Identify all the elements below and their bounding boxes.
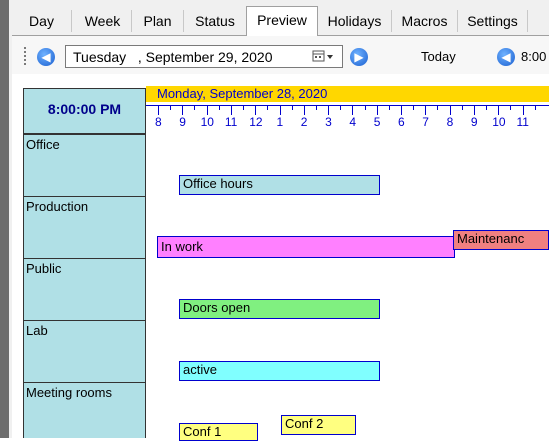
resource-label: Public xyxy=(26,261,62,276)
ruler-tick xyxy=(522,105,524,115)
ruler-tick xyxy=(158,105,159,115)
ruler-tick xyxy=(279,105,281,115)
hour-label: 8 xyxy=(446,115,454,129)
appointment-maintenance[interactable]: Maintenanc xyxy=(453,230,549,250)
appointment-label: Doors open xyxy=(183,300,251,315)
hour-label: 11 xyxy=(224,115,238,129)
current-time: 8:00:00 PM xyxy=(47,101,122,117)
appointment-conf-2[interactable]: Conf 2 xyxy=(281,415,356,435)
ruler-tick xyxy=(413,105,415,110)
next-day-icon[interactable]: ▶ xyxy=(350,48,368,66)
ruler-tick xyxy=(303,105,305,115)
ruler-tick xyxy=(206,105,208,115)
resource-lab[interactable]: Lab xyxy=(23,320,146,382)
hour-label: 11 xyxy=(516,115,529,129)
hour-label: 7 xyxy=(422,115,429,129)
tab-day[interactable]: Day xyxy=(12,10,72,32)
ruler-tick xyxy=(291,105,293,110)
hour-label: 3 xyxy=(325,115,332,129)
hour-label: 10 xyxy=(492,115,506,129)
ruler-tick xyxy=(376,105,378,115)
resource-label: Production xyxy=(26,199,89,214)
hour-label: 2 xyxy=(300,115,308,129)
hour-label: 9 xyxy=(470,115,478,129)
appointment-label: Maintenanc xyxy=(457,231,525,246)
tab-macros[interactable]: Macros xyxy=(392,10,458,32)
ruler-tick xyxy=(243,105,245,110)
appointment-label: Office hours xyxy=(183,176,253,191)
ruler-tick xyxy=(473,105,475,115)
ruler-tick xyxy=(498,105,500,115)
resource-production[interactable]: Production xyxy=(23,196,146,258)
ruler-tick xyxy=(486,105,488,110)
back-arrow-icon[interactable]: ◀ xyxy=(497,48,515,66)
tab-status[interactable]: Status xyxy=(184,10,247,32)
ruler-tick xyxy=(388,105,390,110)
hour-label: 1 xyxy=(276,115,284,129)
previous-day-icon[interactable]: ◀ xyxy=(37,48,55,66)
tab-settings[interactable]: Settings xyxy=(458,10,528,32)
tab-week[interactable]: Week xyxy=(74,10,132,32)
appointment-label: Conf 2 xyxy=(285,416,324,431)
hour-label: 12 xyxy=(249,115,263,129)
ruler-tick xyxy=(534,105,536,110)
ruler-tick xyxy=(461,105,463,110)
resource-office[interactable]: Office xyxy=(23,134,146,196)
hour-label: 5 xyxy=(373,115,381,129)
toolbar-grip[interactable] xyxy=(24,47,26,67)
resource-public[interactable]: Public xyxy=(23,258,146,320)
ruler-tick xyxy=(267,105,269,110)
hour-label: 9 xyxy=(179,115,186,129)
ruler-tick xyxy=(340,105,342,110)
date-input-value: Tuesday , September 29, 2020 xyxy=(73,49,273,65)
appointment-label: active xyxy=(183,362,217,377)
tab-preview[interactable]: Preview xyxy=(246,6,318,36)
hour-label: 4 xyxy=(349,115,357,129)
date-header: Monday, September 28, 2020 xyxy=(157,86,328,101)
ruler-tick xyxy=(255,105,257,115)
ruler-tick xyxy=(194,105,196,110)
ruler-tick xyxy=(352,105,354,115)
ruler-tick xyxy=(449,105,451,115)
window-frame xyxy=(0,0,9,438)
resource-label: Lab xyxy=(26,323,48,338)
appointment-conf-1[interactable]: Conf 1 xyxy=(179,423,258,441)
hour-label: 8 xyxy=(155,115,162,129)
tab-holidays[interactable]: Holidays xyxy=(318,10,392,32)
ruler-tick xyxy=(218,105,220,110)
tab-plan[interactable]: Plan xyxy=(132,10,184,32)
appointment-label: In work xyxy=(161,239,203,254)
ruler-tick xyxy=(230,105,232,115)
hour-label: 10 xyxy=(200,115,214,129)
today-button[interactable]: Today xyxy=(421,49,456,64)
ruler-tick xyxy=(182,105,184,115)
calendar-dropdown-icon[interactable] xyxy=(310,48,336,65)
appointment-label: Conf 1 xyxy=(183,424,222,439)
appointment-active[interactable]: active xyxy=(179,361,380,381)
appointment-doors-open[interactable]: Doors open xyxy=(179,299,380,319)
ruler-tick xyxy=(425,105,427,115)
ruler-tick xyxy=(328,105,330,115)
ruler-tick xyxy=(315,105,317,110)
appointment-office-hours[interactable]: Office hours xyxy=(179,175,380,195)
ruler-tick xyxy=(401,105,402,115)
time-readout: 8:00 xyxy=(521,49,547,64)
ruler-tick xyxy=(437,105,439,110)
appointment-in-work[interactable]: In work xyxy=(157,236,455,258)
ruler-tick xyxy=(364,105,366,110)
resource-label: Meeting rooms xyxy=(26,385,112,400)
hour-label: 6 xyxy=(398,115,405,129)
ruler-tick xyxy=(170,105,172,110)
resource-label: Office xyxy=(26,137,60,152)
resource-meeting-rooms[interactable]: Meeting rooms xyxy=(23,382,146,438)
ruler-tick xyxy=(510,105,512,110)
